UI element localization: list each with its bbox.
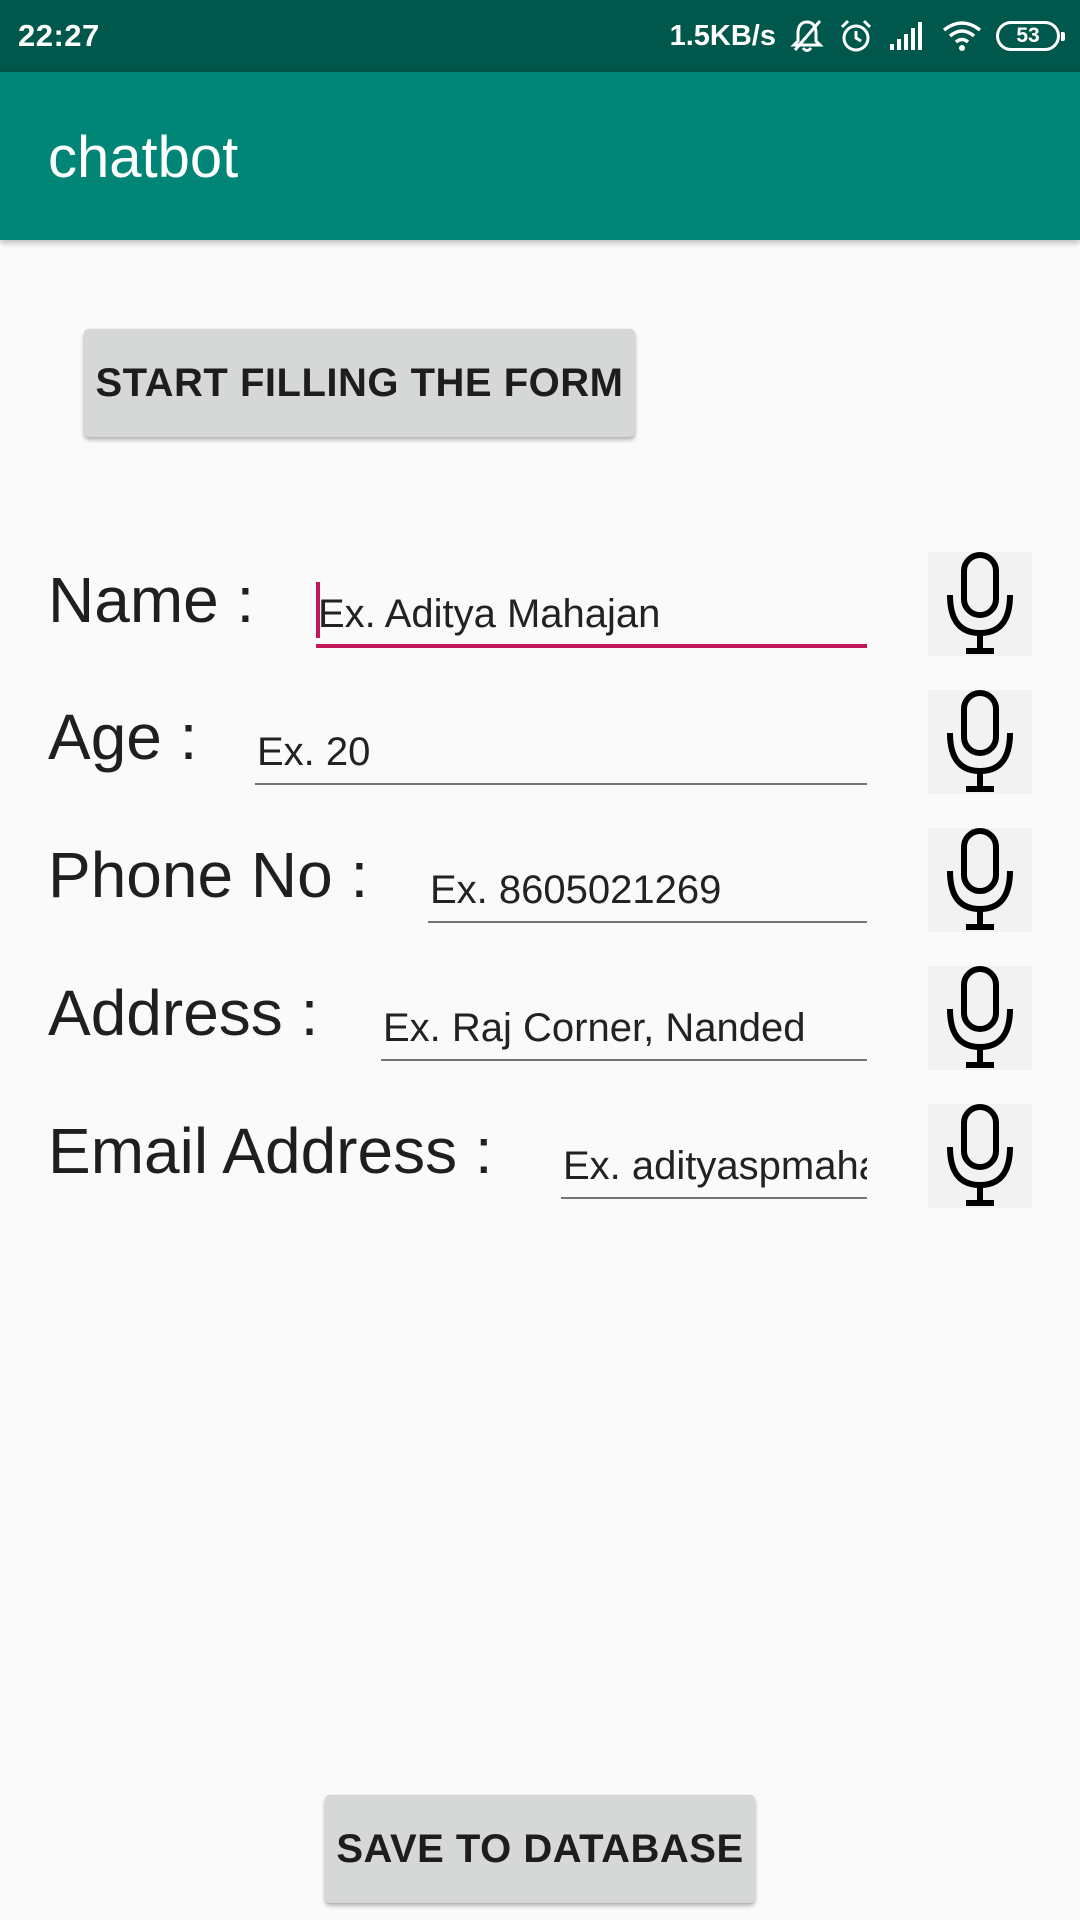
app-bar: chatbot <box>0 72 1080 240</box>
address-mic-button[interactable] <box>928 966 1032 1070</box>
microphone-icon <box>947 966 1013 1068</box>
address-label: Address : <box>48 977 319 1049</box>
status-bar: 22:27 1.5KB/s 53 <box>0 0 1080 72</box>
microphone-icon <box>947 1104 1013 1206</box>
start-filling-form-button[interactable]: START FILLING THE FORM <box>84 329 635 437</box>
signal-icon <box>888 20 928 52</box>
name-input[interactable] <box>316 584 867 648</box>
network-speed: 1.5KB/s <box>669 19 776 52</box>
phone-label: Phone No : <box>48 839 369 911</box>
wifi-icon <box>942 20 982 52</box>
alarm-icon <box>838 18 874 54</box>
save-to-database-button[interactable]: SAVE TO DATABASE <box>325 1795 755 1903</box>
microphone-icon <box>947 552 1013 654</box>
phone-mic-button[interactable] <box>928 828 1032 932</box>
text-cursor <box>316 582 320 638</box>
status-icons: 1.5KB/s 53 <box>669 14 1065 58</box>
microphone-icon <box>947 828 1013 930</box>
age-label: Age : <box>48 701 198 773</box>
address-input[interactable] <box>381 997 867 1061</box>
email-mic-button[interactable] <box>928 1104 1032 1208</box>
age-mic-button[interactable] <box>928 690 1032 794</box>
email-input[interactable] <box>561 1135 867 1199</box>
name-label: Name : <box>48 564 255 636</box>
app-title: chatbot <box>48 125 239 190</box>
age-input[interactable] <box>255 721 867 785</box>
mute-icon <box>790 18 824 54</box>
name-mic-button[interactable] <box>928 552 1032 656</box>
status-time: 22:27 <box>18 18 100 53</box>
phone-input[interactable] <box>428 859 867 923</box>
battery-icon: 53 <box>996 21 1065 51</box>
microphone-icon <box>947 690 1013 792</box>
email-label: Email Address : <box>48 1115 493 1187</box>
